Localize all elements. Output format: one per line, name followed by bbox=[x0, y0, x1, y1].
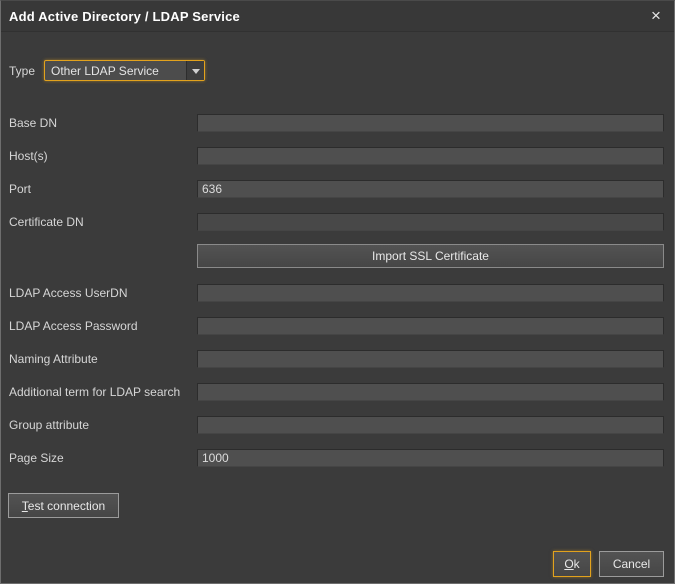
base-dn-label: Base DN bbox=[9, 114, 57, 132]
page-size-input[interactable] bbox=[197, 449, 664, 467]
naming-attribute-input[interactable] bbox=[197, 350, 664, 368]
certificate-dn-input[interactable] bbox=[197, 213, 664, 231]
type-select-value: Other LDAP Service bbox=[51, 64, 159, 78]
additional-term-input[interactable] bbox=[197, 383, 664, 401]
ldap-access-password-label: LDAP Access Password bbox=[9, 317, 138, 335]
test-connection-button[interactable]: Test connection bbox=[8, 493, 119, 518]
hosts-label: Host(s) bbox=[9, 147, 48, 165]
port-input[interactable] bbox=[197, 180, 664, 198]
type-select-arrow-button[interactable] bbox=[186, 61, 204, 80]
ldap-access-userdn-label: LDAP Access UserDN bbox=[9, 284, 127, 302]
page-size-label: Page Size bbox=[9, 449, 64, 467]
ok-rest: k bbox=[574, 557, 580, 571]
dialog-titlebar: Add Active Directory / LDAP Service × bbox=[1, 1, 674, 32]
add-ldap-service-dialog: Add Active Directory / LDAP Service × Ty… bbox=[0, 0, 675, 584]
naming-attribute-label: Naming Attribute bbox=[9, 350, 98, 368]
close-icon[interactable]: × bbox=[647, 7, 665, 25]
hosts-input[interactable] bbox=[197, 147, 664, 165]
ok-accel: O bbox=[564, 557, 573, 571]
type-select[interactable]: Other LDAP Service bbox=[44, 60, 205, 81]
import-ssl-certificate-button[interactable]: Import SSL Certificate bbox=[197, 244, 664, 268]
test-connection-rest: est connection bbox=[28, 499, 105, 513]
group-attribute-input[interactable] bbox=[197, 416, 664, 434]
certificate-dn-label: Certificate DN bbox=[9, 213, 84, 231]
ok-button[interactable]: Ok bbox=[553, 551, 591, 577]
ldap-access-password-input[interactable] bbox=[197, 317, 664, 335]
additional-term-label: Additional term for LDAP search bbox=[9, 383, 180, 401]
group-attribute-label: Group attribute bbox=[9, 416, 89, 434]
port-label: Port bbox=[9, 180, 31, 198]
cancel-button[interactable]: Cancel bbox=[599, 551, 664, 577]
type-label: Type bbox=[9, 62, 35, 80]
base-dn-input[interactable] bbox=[197, 114, 664, 132]
dialog-title: Add Active Directory / LDAP Service bbox=[9, 9, 240, 24]
ldap-access-userdn-input[interactable] bbox=[197, 284, 664, 302]
chevron-down-icon bbox=[192, 69, 200, 74]
